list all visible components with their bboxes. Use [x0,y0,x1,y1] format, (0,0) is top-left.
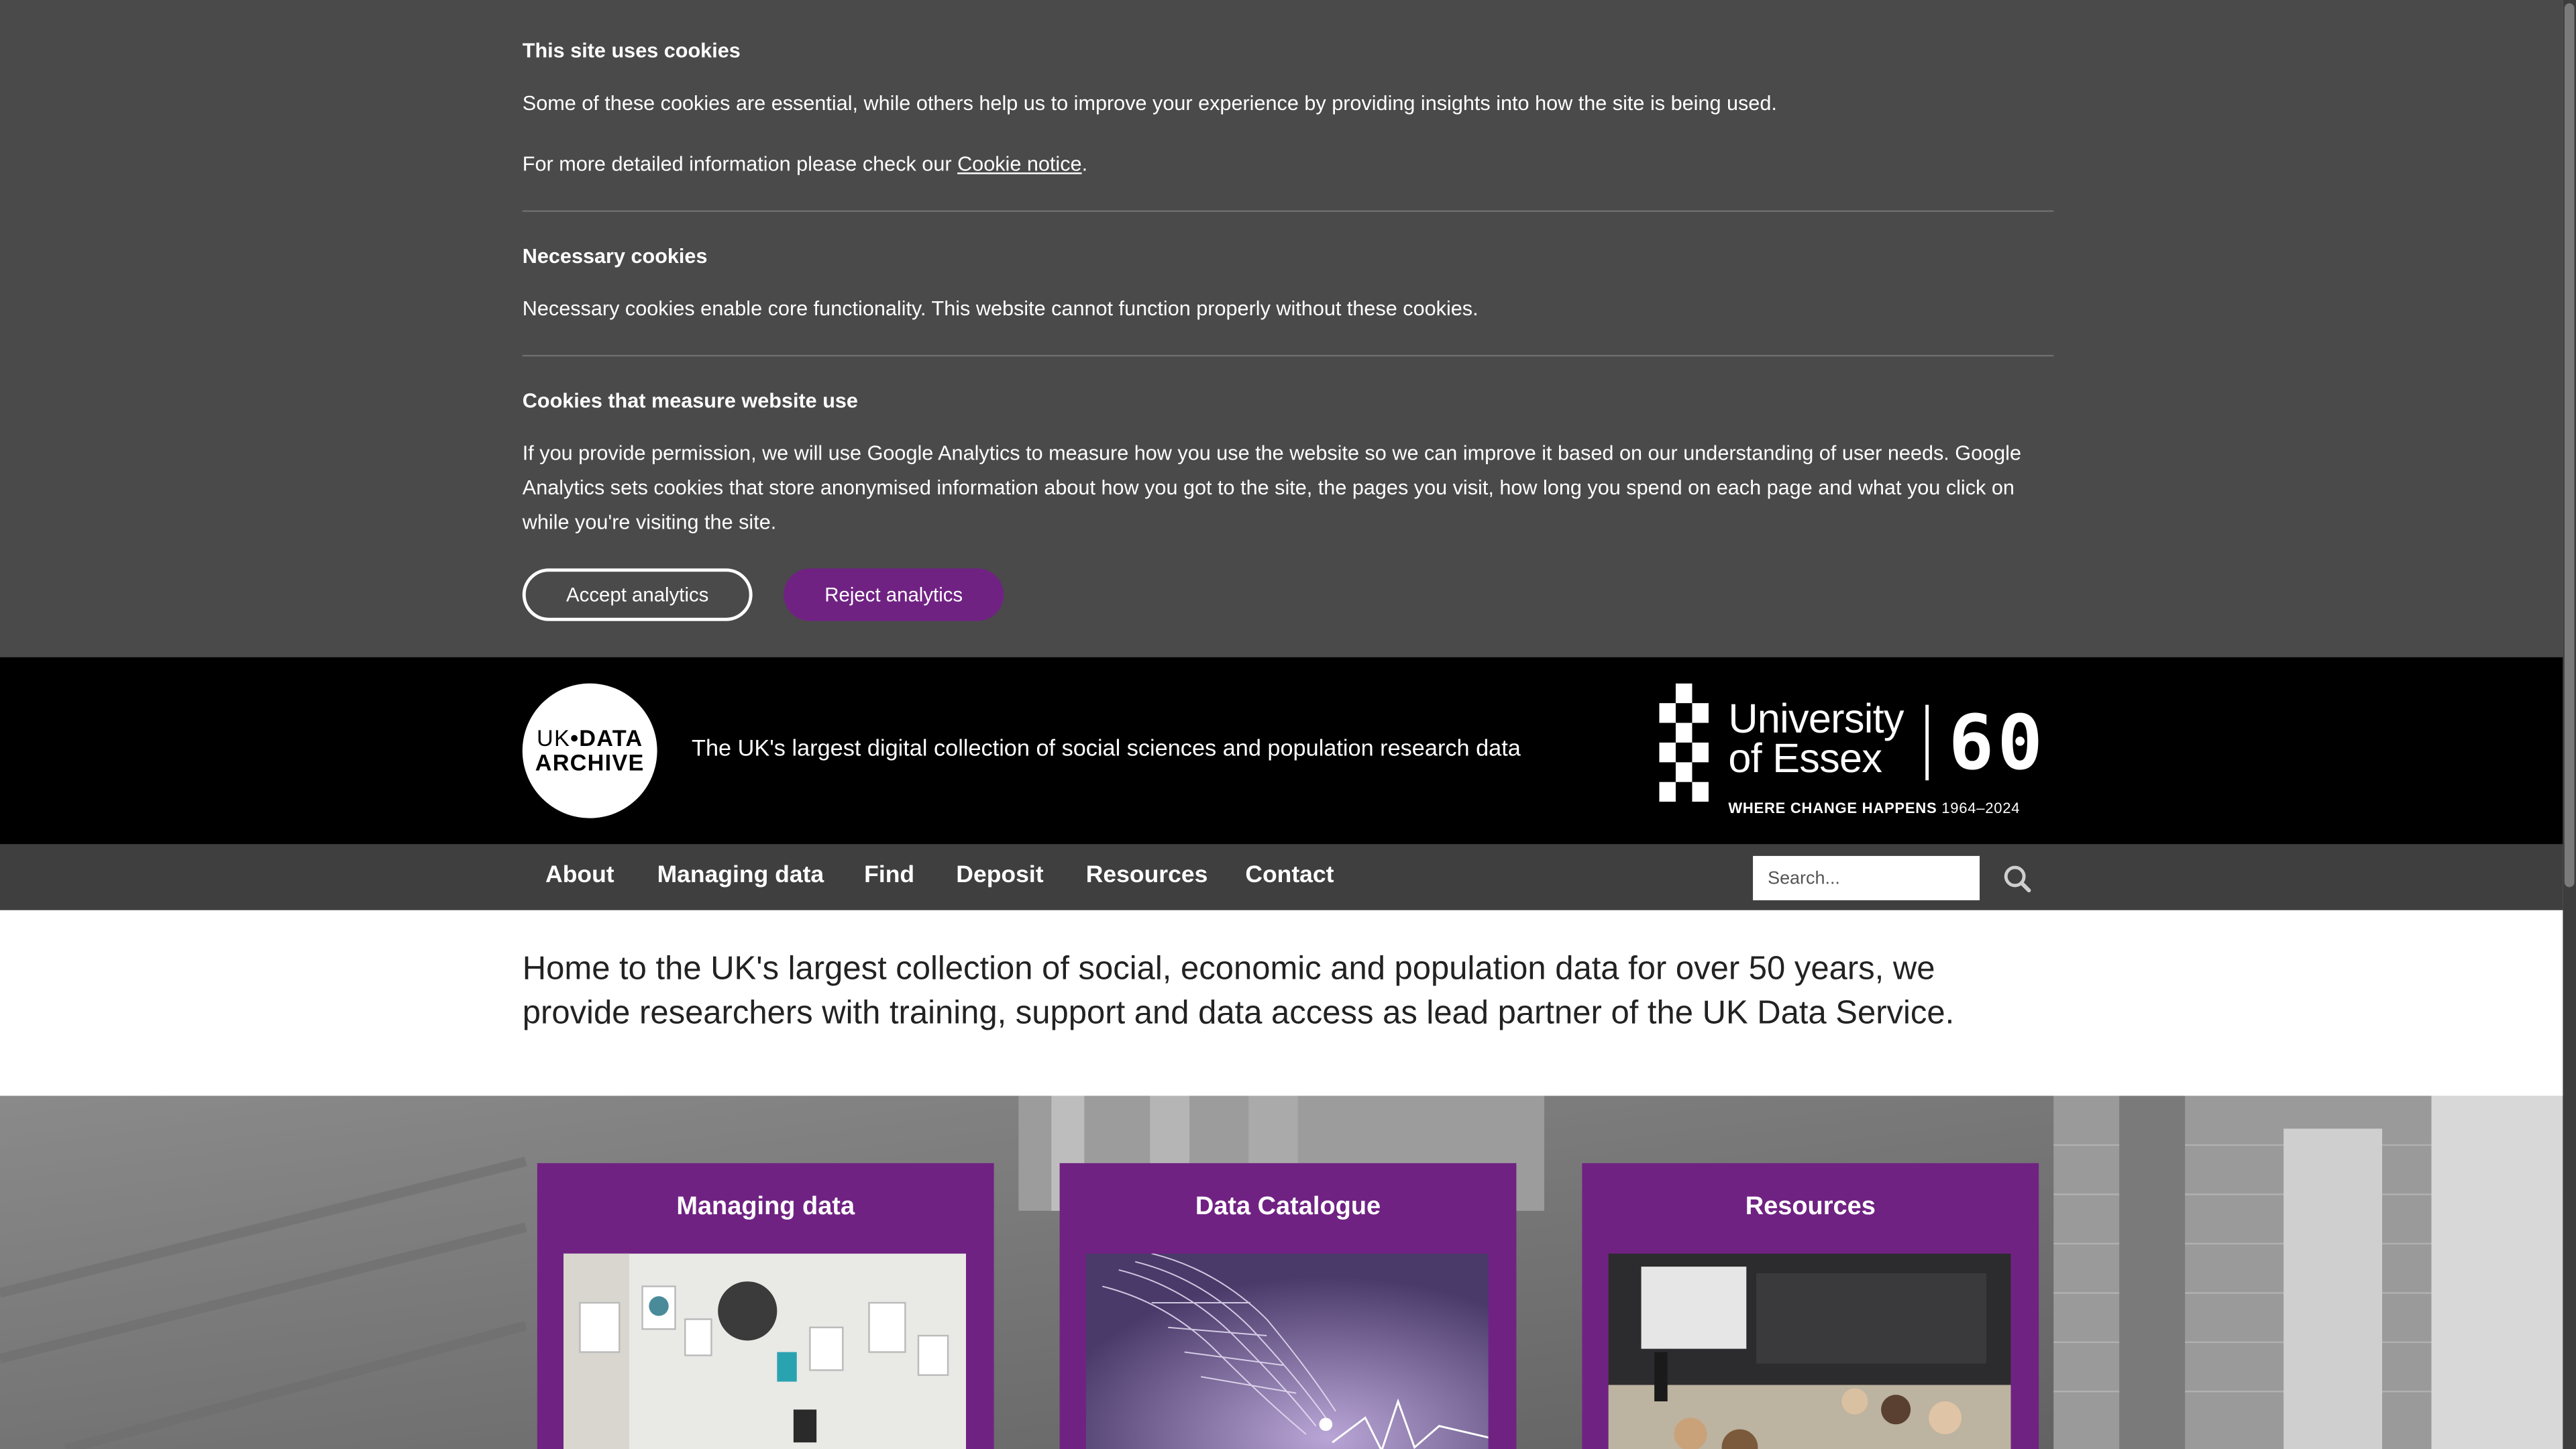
nav-item-about[interactable]: About [545,863,614,889]
divider [522,210,2054,212]
scrollbar-thumb[interactable] [2564,3,2575,888]
nav-item-deposit[interactable]: Deposit [956,863,1043,889]
nav-item-managing-data[interactable]: Managing data [657,863,824,889]
classroom-image [1608,1253,2011,1449]
card-managing-data[interactable]: Managing data [537,1163,994,1449]
nav-item-resources[interactable]: Resources [1086,863,1208,889]
accept-analytics-button[interactable]: Accept analytics [522,568,753,621]
cookie-more-info: For more detailed information please che… [523,148,2053,182]
essex-divider [1925,704,1929,781]
office-wall-image [564,1253,967,1449]
site-header: UK•DATA ARCHIVE The UK's largest digital… [0,657,2563,845]
cookie-intro-text: Some of these cookies are essential, whi… [522,92,1777,115]
card-resources[interactable]: Resources [1582,1163,2039,1449]
essex-years: 1964–2024 [1941,800,2021,817]
uk-data-archive-logo[interactable]: UK•DATA ARCHIVE [522,683,657,818]
cookie-more-info-prefix: For more detailed information please che… [522,152,958,176]
logo-uk: UK [536,724,571,751]
logo-dot: • [570,724,580,751]
analytics-cookies-text: If you provide permission, we will use G… [522,441,2022,534]
search-icon[interactable] [2001,863,2034,896]
card-image [564,1253,967,1449]
logo-line-1: UK•DATA [536,724,643,751]
divider [522,354,2054,357]
search-input[interactable] [1753,855,1980,901]
logo-data: DATA [579,724,643,751]
reject-analytics-button[interactable]: Reject analytics [784,568,1004,621]
cookie-more-info-suffix: . [1081,152,1088,176]
cookie-notice-link[interactable]: Cookie notice [957,153,1082,176]
card-data-catalogue[interactable]: Data Catalogue [1059,1163,1517,1449]
essex-motto: WHERE CHANGE HAPPENS 1964–2024 [1728,800,2020,816]
essex-60-badge: 60 [1948,698,2046,788]
nav-item-find[interactable]: Find [864,863,914,889]
essex-pixel-mark-icon [1659,683,1709,802]
analytics-cookies-title: Cookies that measure website use [522,389,858,413]
university-of-essex-logo[interactable]: University of Essex 60 WHERE CHANGE HAPP… [1656,683,2054,822]
card-image [1608,1253,2011,1449]
nav-item-contact[interactable]: Contact [1245,863,1334,889]
wireframe-hand-image [1085,1253,1489,1449]
card-title: Resources [1745,1192,1876,1221]
essex-name-line-1: University [1728,696,1904,743]
hero-section: Managing data Data Catalogue Resources [0,1095,2563,1449]
card-title: Managing data [676,1192,855,1221]
main-navigation: About Managing data Find Deposit Resourc… [0,844,2563,910]
essex-motto-text: WHERE CHANGE HAPPENS [1728,800,1937,817]
card-image [1085,1253,1489,1449]
card-title: Data Catalogue [1195,1192,1381,1221]
cookie-banner-title: This site uses cookies [522,39,741,63]
cookie-banner-content: This site uses cookies Some of these coo… [522,0,2054,657]
cookie-banner: This site uses cookies Some of these coo… [0,0,2563,657]
essex-name: University of Essex [1728,696,1904,782]
logo-archive: ARCHIVE [535,749,645,775]
essex-name-line-2: of Essex [1728,736,1882,782]
necessary-cookies-title: Necessary cookies [522,244,708,268]
intro-text: Home to the UK's largest collection of s… [522,951,1955,1032]
necessary-cookies-text: Necessary cookies enable core functional… [522,297,1479,321]
site-tagline: The UK's largest digital collection of s… [692,734,1521,761]
